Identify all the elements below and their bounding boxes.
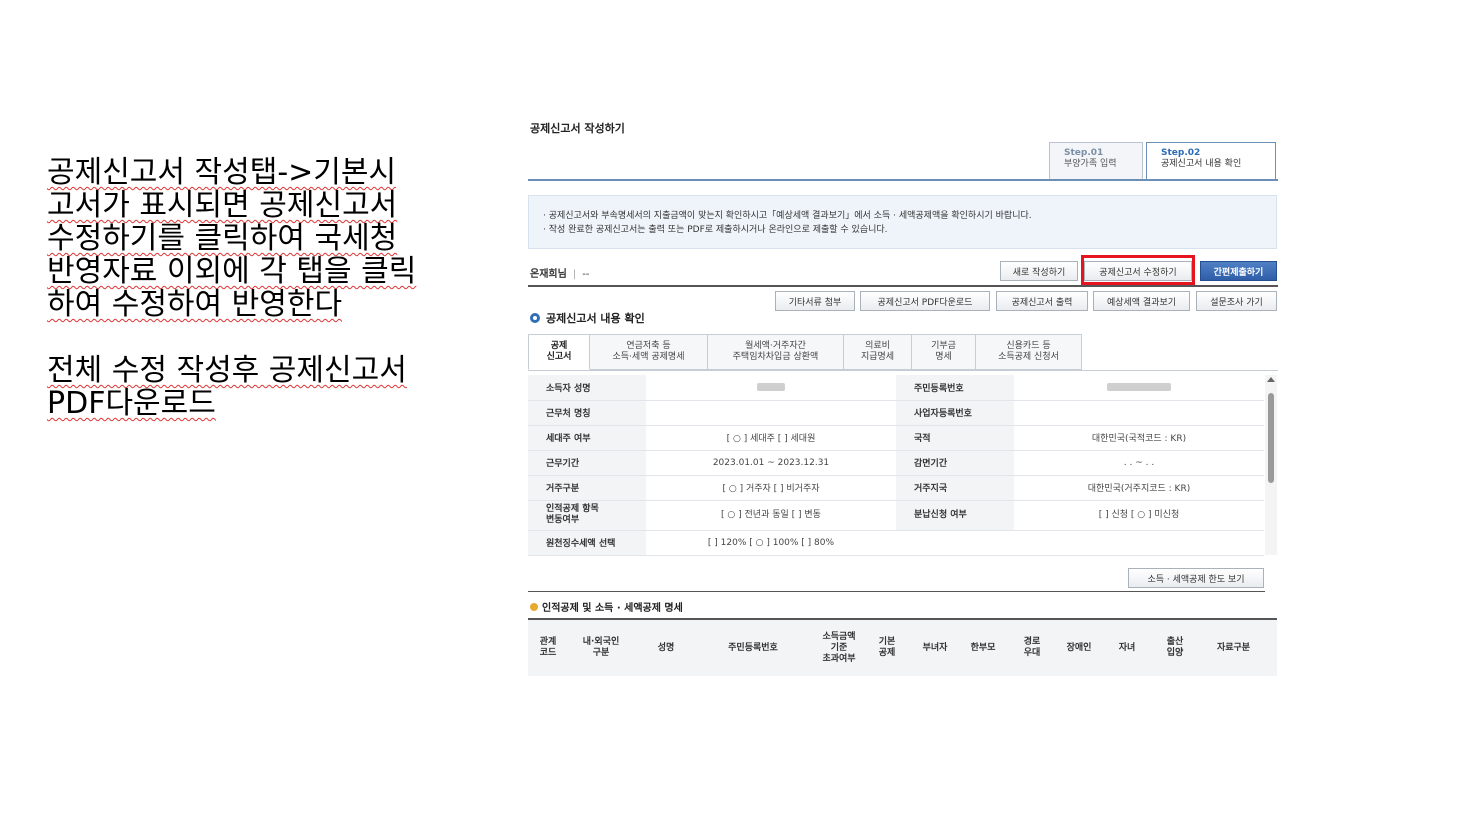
new-write-button[interactable]: 새로 작성하기 [1000, 261, 1078, 281]
step-tab-2[interactable]: Step.02 공제신고서 내용 확인 [1146, 142, 1276, 180]
table-row: 소득자 성명 주민등록번호 [528, 375, 1264, 401]
tab-medical[interactable]: 의료비 지급명세 [844, 334, 912, 370]
scroll-thumb[interactable] [1268, 393, 1274, 483]
column-header: 출산 입양 [1166, 637, 1184, 658]
notice-line: · 공제신고서와 부속명세서의 지출금액이 맞는지 확인하시고「예상세액 결과보… [543, 211, 1032, 221]
section-title: 공제신고서 내용 확인 [530, 310, 645, 326]
attach-docs-button[interactable]: 기타서류 첨부 [775, 291, 855, 311]
instruction-text: 공제신고서 작성탭->기본시고서가 표시되면 공제신고서 수정하기를 클릭하여 … [47, 156, 417, 420]
scrollbar[interactable] [1265, 375, 1277, 555]
result-view-button[interactable]: 예상세액 결과보기 [1093, 291, 1190, 311]
deduction-tabs: 공제 신고서 연금저축 등 소득·세액 공제명세 월세액·거주자간 주택임차차입금 상… [528, 334, 1082, 370]
column-header: 한부모 [970, 642, 996, 653]
instruction-paragraph-2: 전체 수정 작성후 공제신고서 PDF다운로드 [47, 353, 407, 421]
table-row: 인적공제 항목 변동여부 [ ○ ] 전년과 동일 [ ] 변동 분납신청 여부 … [528, 500, 1264, 531]
owner-name: 온재희님 [530, 269, 567, 280]
deduction-column-header: 관계 코드 내·외국인 구분 성명 주민등록번호 소득금액 기준 초과여부 기본 공제 부… [528, 618, 1277, 676]
instruction-paragraph-1: 공제신고서 작성탭->기본시고서가 표시되면 공제신고서 수정하기를 클릭하여 … [47, 155, 417, 322]
table-row: 원천징수세액 선택 [ ] 120% [ ○ ] 100% [ ] 80% [528, 530, 1264, 556]
column-header: 성명 [657, 642, 675, 653]
column-header: 기본 공제 [878, 637, 896, 658]
tab-deduction-form[interactable]: 공제 신고서 [528, 334, 590, 370]
step-label: 부양가족 입력 [1064, 159, 1117, 169]
table-row: 거주구분 [ ○ ] 거주자 [ ] 비거주자 거주지국 대한민국(거주지코드 … [528, 475, 1264, 501]
pdf-download-button[interactable]: 공제신고서 PDF다운로드 [860, 291, 990, 311]
step-divider [528, 179, 1278, 181]
taxpayer-info-table: 소득자 성명 주민등록번호 근무처 명칭 사업자등록번호 세대주 여부 [ ○ … [528, 375, 1264, 556]
table-row: 근무기간 2023.01.01 ~ 2023.12.31 감면기간 . . ~ … [528, 450, 1264, 476]
step-tab-1[interactable]: Step.01 부양가족 입력 [1049, 142, 1143, 180]
redacted-name [757, 382, 785, 391]
table-row: 세대주 여부 [ ○ ] 세대주 [ ] 세대원 국적 대한민국(국적코드 : … [528, 425, 1264, 451]
sub-section-title: 인적공제 및 소득 · 세액공제 명세 [530, 599, 683, 614]
tab-credit-card[interactable]: 신용카드 등 소득공제 신청서 [976, 334, 1082, 370]
step-label: 공제신고서 내용 확인 [1161, 159, 1242, 169]
limit-view-button[interactable]: 소득 · 세액공제 한도 보기 [1128, 568, 1264, 588]
owner-value: -- [582, 269, 590, 280]
simple-submit-button[interactable]: 간편제출하기 [1200, 261, 1277, 281]
column-header: 자녀 [1118, 642, 1136, 653]
column-header: 관계 코드 [539, 637, 557, 658]
column-header: 장애인 [1066, 642, 1092, 653]
owner-info: 온재희님 | -- [530, 269, 590, 280]
column-header: 자료구분 [1216, 642, 1251, 653]
divider [528, 285, 1278, 287]
tab-monthly-rent[interactable]: 월세액·거주자간 주택임차차입금 상환액 [708, 334, 844, 370]
bullet-icon [530, 313, 540, 323]
column-header: 소득금액 기준 초과여부 [822, 631, 856, 664]
tab-divider [528, 370, 1278, 371]
column-header: 경로 우대 [1023, 637, 1041, 658]
page-title: 공제신고서 작성하기 [530, 122, 625, 135]
notice-box: · 공제신고서와 부속명세서의 지출금액이 맞는지 확인하시고「예상세액 결과보… [528, 195, 1277, 249]
step-tabs: Step.01 부양가족 입력 Step.02 공제신고서 내용 확인 [1049, 142, 1276, 180]
step-number: Step.01 [1064, 148, 1104, 158]
redacted-rrn [1107, 382, 1171, 391]
step-number: Step.02 [1161, 148, 1201, 158]
column-header: 내·외국인 구분 [582, 637, 620, 658]
bullet-icon [530, 602, 538, 611]
column-header: 부녀자 [922, 642, 948, 653]
print-button[interactable]: 공제신고서 출력 [996, 291, 1088, 311]
divider [528, 591, 1265, 592]
survey-button[interactable]: 설문조사 가기 [1196, 291, 1277, 311]
highlight-box [1081, 255, 1195, 285]
tab-pension-savings[interactable]: 연금저축 등 소득·세액 공제명세 [590, 334, 708, 370]
tab-donation[interactable]: 기부금 명세 [912, 334, 976, 370]
scroll-up-icon[interactable] [1267, 377, 1275, 382]
notice-line: · 작성 완료한 공제신고서는 출력 또는 PDF로 제출하시거나 온라인으로 … [543, 225, 888, 235]
tax-app-panel: 공제신고서 작성하기 Step.01 부양가족 입력 Step.02 공제신고서… [528, 112, 1278, 676]
table-row: 근무처 명칭 사업자등록번호 [528, 400, 1264, 426]
column-header: 주민등록번호 [728, 642, 778, 653]
